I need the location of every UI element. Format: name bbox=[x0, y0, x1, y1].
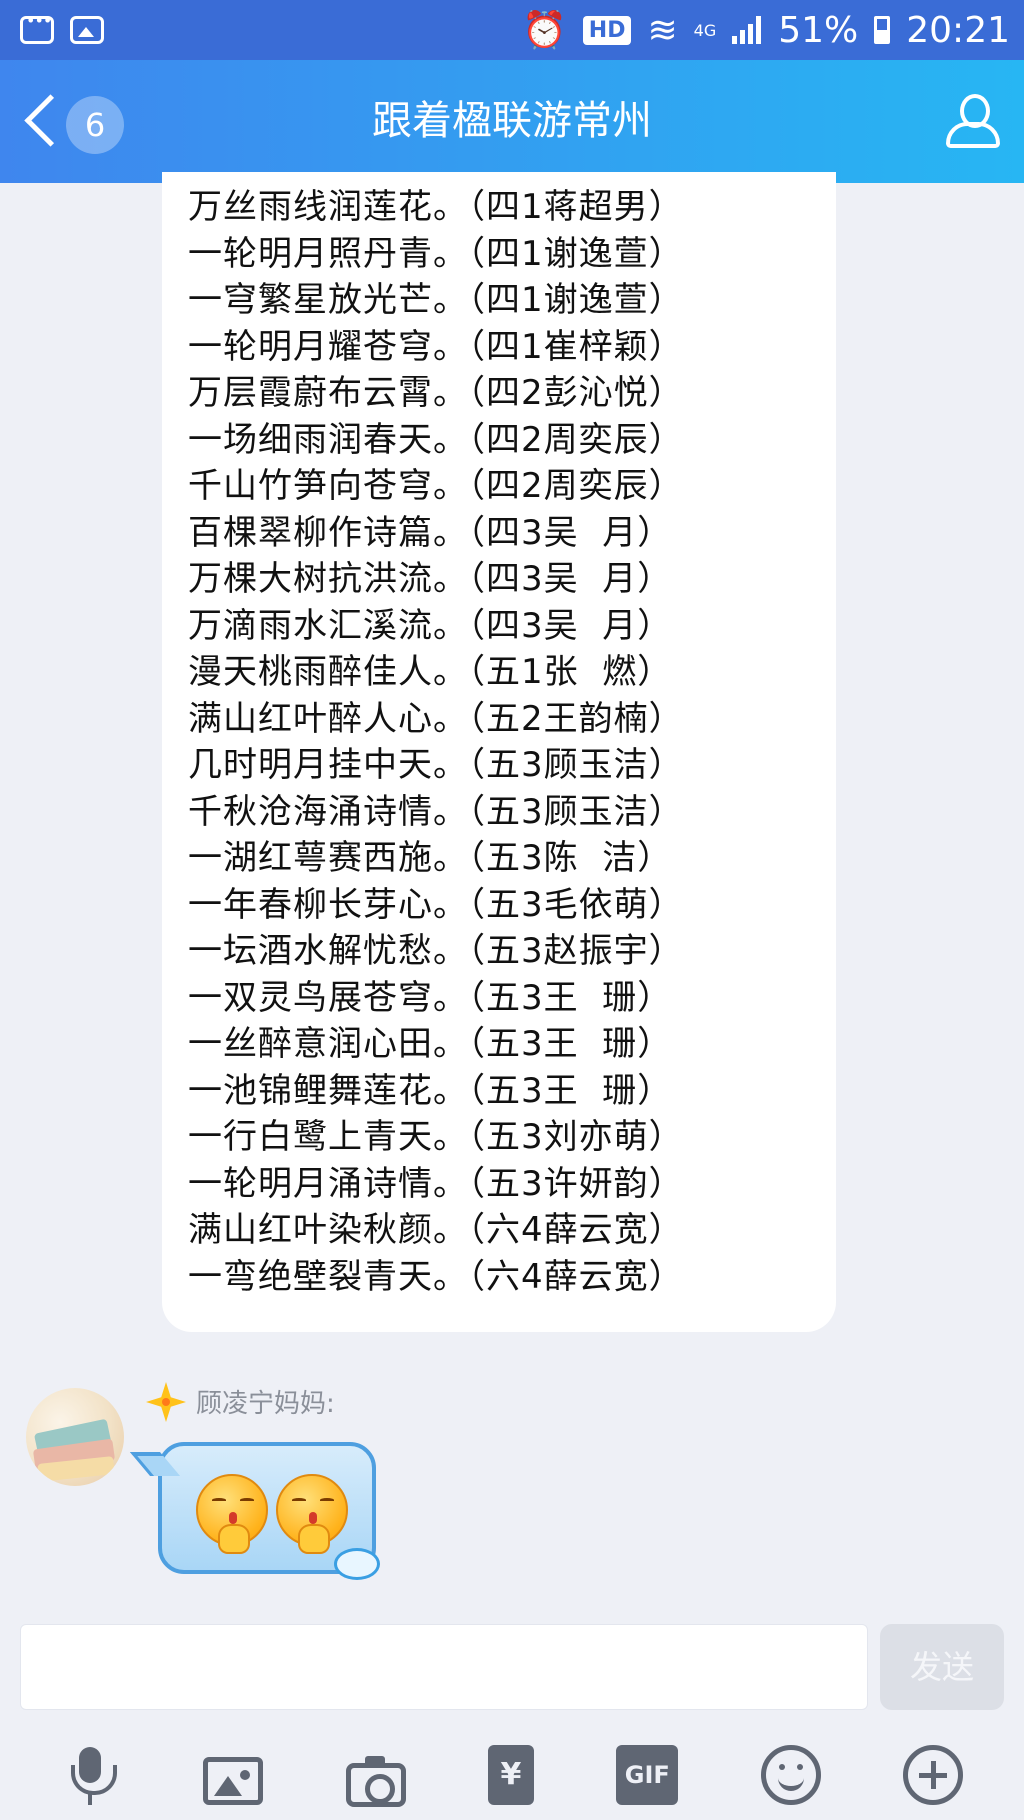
message-line: 一双灵鸟展苍穹。（五3王 珊） bbox=[188, 977, 673, 1018]
alarm-icon: ⏰ bbox=[521, 10, 567, 51]
message-line: 满山红叶染秋颜。（六4薛云宽） bbox=[188, 1210, 684, 1250]
message-line: 一湖红萼赛西施。（五3陈 洁） bbox=[188, 838, 673, 878]
message-line: 百棵翠柳作诗篇。（四3吴 月） bbox=[188, 512, 673, 553]
message-line: 一轮明月照丹青。（四1谢逸萱） bbox=[188, 233, 684, 274]
battery-icon bbox=[874, 16, 891, 44]
praying-hands-emoji-icon bbox=[196, 1474, 268, 1554]
clock: 20:21 bbox=[906, 9, 1010, 51]
star-badge-icon bbox=[146, 1382, 186, 1422]
signal-icon bbox=[732, 16, 762, 44]
camera-icon[interactable] bbox=[345, 1756, 406, 1807]
image-notification-icon bbox=[70, 16, 104, 44]
battery-percent: 51% bbox=[778, 9, 859, 51]
message-notification-icon bbox=[20, 11, 54, 44]
avatar[interactable] bbox=[26, 1388, 124, 1486]
message-line: 一穹繁星放光芒。（四1谢逸萱） bbox=[188, 280, 684, 320]
message-line: 几时明月挂中天。（五3顾玉洁） bbox=[188, 745, 684, 785]
microphone-icon[interactable] bbox=[61, 1745, 121, 1805]
network-type: 4G bbox=[693, 20, 717, 40]
message-line: 一轮明月耀苍穹。（四1崔梓颖） bbox=[188, 326, 684, 367]
message-line: 一丝醉意润心田。（五3王 珊） bbox=[188, 1024, 673, 1064]
message-line: 一场细雨润春天。（四2周奕辰） bbox=[188, 419, 684, 460]
message-line: 万滴雨水汇溪流。（四3吴 月） bbox=[188, 605, 673, 646]
message-line: 万棵大树抗洪流。（四3吴 月） bbox=[188, 559, 673, 599]
message-line: 一轮明月涌诗情。（五3许妍韵） bbox=[188, 1163, 684, 1204]
more-plus-icon[interactable] bbox=[902, 1745, 963, 1805]
message-line: 千山竹笋向苍穹。（四2周奕辰） bbox=[188, 466, 684, 506]
message-line: 一坛酒水解忧愁。（五3赵振宇） bbox=[188, 931, 684, 971]
chat-title: 跟着楹联游常州 bbox=[372, 98, 652, 144]
message-input[interactable] bbox=[20, 1624, 868, 1710]
message-bubble[interactable]: 万丝雨线润莲花。（四1蒋超男） 一轮明月照丹青。（四1谢逸萱） 一穹繁星放光芒。（四… bbox=[162, 172, 836, 1332]
sticker-message[interactable] bbox=[158, 1442, 380, 1580]
message-line: 一弯绝壁裂青天。（六4薛云宽） bbox=[188, 1256, 684, 1297]
back-arrow-icon[interactable] bbox=[22, 92, 56, 152]
status-bar: ⏰ HD ≋ 4G 51% 20:21 bbox=[0, 0, 1024, 60]
message-line: 千秋沧海涌诗情。（五3顾玉洁） bbox=[188, 791, 684, 832]
gif-button[interactable]: GIF bbox=[616, 1745, 679, 1805]
praying-hands-emoji-icon bbox=[276, 1474, 348, 1554]
group-members-icon[interactable] bbox=[940, 92, 1004, 152]
nav-bar: 跟着楹联游常州 6 bbox=[0, 60, 1024, 183]
red-packet-icon[interactable]: ¥ bbox=[487, 1745, 534, 1805]
unread-count-badge[interactable]: 6 bbox=[66, 96, 124, 154]
emoji-icon[interactable] bbox=[760, 1745, 821, 1805]
message-line: 满山红叶醉人心。（五2王韵楠） bbox=[188, 698, 684, 739]
send-button[interactable]: 发送 bbox=[880, 1624, 1004, 1710]
sender-name: 顾凌宁妈妈: bbox=[196, 1389, 335, 1419]
image-picker-icon[interactable] bbox=[203, 1757, 264, 1805]
composer-toolbar: ¥ GIF bbox=[0, 1730, 1024, 1820]
message-line: 一池锦鲤舞莲花。（五3王 珊） bbox=[188, 1070, 673, 1111]
message-line: 万层霞蔚布云霄。（四2彭沁悦） bbox=[188, 373, 684, 413]
message-line: 一年春柳长芽心。（五3毛依萌） bbox=[188, 884, 684, 925]
message-line: 一行白鹭上青天。（五3刘亦萌） bbox=[188, 1117, 684, 1157]
hd-badge: HD bbox=[582, 15, 632, 45]
wifi-icon: ≋ bbox=[647, 9, 678, 51]
message-line: 漫天桃雨醉佳人。（五1张 燃） bbox=[188, 652, 673, 692]
wave-decoration-icon bbox=[334, 1548, 386, 1580]
message-line: 万丝雨线润莲花。（四1蒋超男） bbox=[188, 187, 684, 227]
